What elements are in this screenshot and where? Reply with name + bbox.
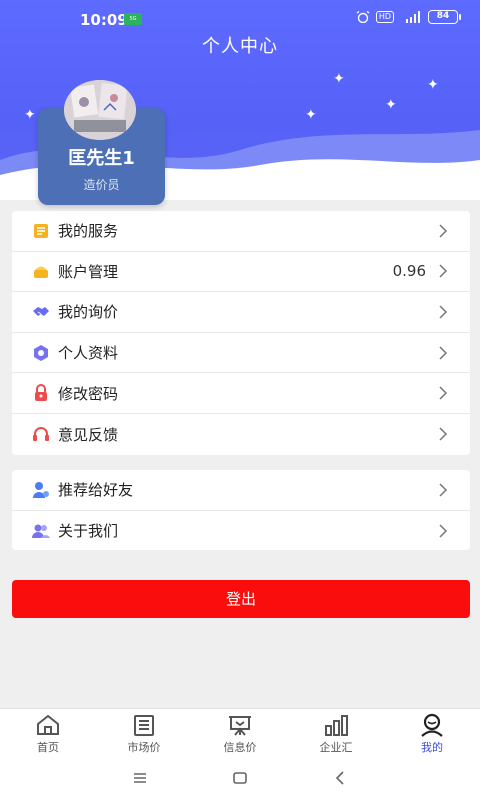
tab-info-price[interactable]: 信息价 [192,709,288,756]
tab-label: 市场价 [127,741,161,754]
tab-label: 信息价 [223,741,257,754]
menu-card-secondary: 推荐给好友 关于我们 [12,470,470,550]
battery-indicator: 84 [428,10,461,24]
users-icon [32,524,50,538]
signal-icon [406,11,420,23]
tab-label: 我的 [421,741,443,754]
menu-item-label: 关于我们 [58,522,119,541]
home-button-icon[interactable] [230,768,250,788]
headset-icon [33,427,49,442]
share-user-icon [33,481,49,498]
list-doc-icon [134,715,154,736]
user-icon [421,713,443,737]
hd-badge: HD [375,11,394,23]
page-title: 个人中心 [202,36,278,57]
lock-icon [35,384,47,402]
status-time: 10:09 [80,11,128,29]
chevron-right-icon [439,524,448,538]
service-doc-icon [34,223,48,238]
star-decoration: ✦ [305,107,317,123]
system-nav-bar [0,756,480,800]
menu-item-label: 修改密码 [58,384,119,403]
menu-item-label: 账户管理 [58,262,119,281]
menu-item-profile[interactable]: 个人资料 [12,333,470,374]
bottom-tab-bar: 首页 市场价 信息价 企业汇 我的 [0,708,480,756]
menu-item-label: 推荐给好友 [58,481,134,500]
chevron-right-icon [439,427,448,441]
menu-item-feedback[interactable]: 意见反馈 [12,414,470,455]
tab-label: 首页 [37,741,59,754]
avatar-image [64,80,136,140]
network-chip: 5G [124,13,142,25]
profile-name: 匡先生1 [68,148,135,169]
star-decoration: ✦ [24,107,36,123]
account-balance: 0.96 [392,262,426,281]
star-decoration: ✦ [427,77,439,93]
menu-item-label: 我的服务 [58,222,119,241]
chevron-right-icon [439,483,448,497]
handshake-icon [33,306,49,316]
menu-item-label: 意见反馈 [58,425,119,444]
tab-enterprise[interactable]: 企业汇 [288,709,384,756]
star-decoration: ✦ [385,97,397,113]
home-icon [37,714,59,735]
menu-item-about[interactable]: 关于我们 [12,511,470,552]
wallet-icon [34,266,48,279]
menu-item-label: 个人资料 [58,344,119,363]
avatar[interactable] [64,80,136,140]
bar-chart-icon [325,715,348,736]
menu-icon[interactable] [130,768,150,788]
profile-gear-icon [34,344,48,361]
tab-label: 企业汇 [319,741,353,754]
menu-item-inquiry[interactable]: 我的询价 [12,292,470,333]
board-icon [229,716,251,736]
alarm-icon [356,11,370,23]
chevron-right-icon [439,346,448,360]
back-icon[interactable] [330,768,350,788]
tab-home[interactable]: 首页 [0,709,96,756]
menu-item-my-service[interactable]: 我的服务 [12,211,470,252]
menu-item-change-password[interactable]: 修改密码 [12,373,470,414]
tab-mine[interactable]: 我的 [384,709,480,756]
profile-role: 造价员 [83,178,120,192]
menu-card-main: 我的服务 账户管理 0.96 我的询价 个人资料 修改密码 意见反馈 [12,211,470,455]
tab-market-price[interactable]: 市场价 [96,709,192,756]
chevron-right-icon [439,264,448,278]
menu-item-recommend[interactable]: 推荐给好友 [12,470,470,511]
star-decoration: ✦ [333,71,345,87]
chevron-right-icon [439,386,448,400]
logout-button[interactable]: 登出 [12,580,470,618]
chevron-right-icon [439,305,448,319]
menu-item-account[interactable]: 账户管理 0.96 [12,252,470,293]
status-icons: HD 84 [356,10,461,24]
chevron-right-icon [439,224,448,238]
menu-item-label: 我的询价 [58,303,119,322]
